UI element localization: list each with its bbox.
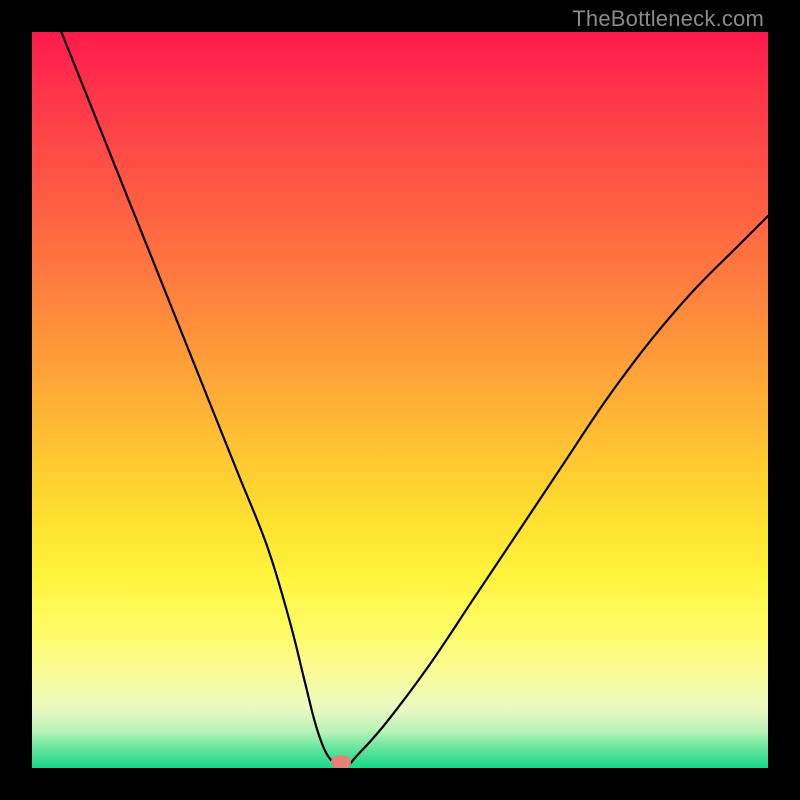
chart-frame: TheBottleneck.com <box>0 0 800 800</box>
watermark-text: TheBottleneck.com <box>572 6 764 32</box>
plot-area <box>32 32 768 768</box>
bottleneck-curve <box>32 32 768 768</box>
min-marker <box>331 756 351 768</box>
